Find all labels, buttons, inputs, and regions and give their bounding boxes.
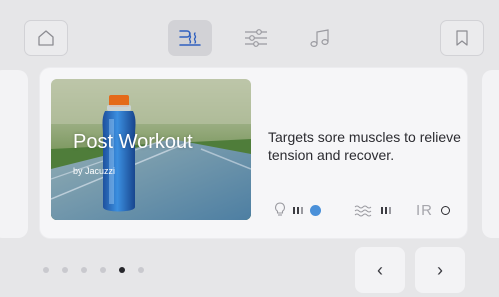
program-features: IR <box>274 201 464 219</box>
tab-jets[interactable] <box>168 20 212 56</box>
page-dot[interactable] <box>81 267 87 273</box>
chevron-right-icon: › <box>437 259 443 280</box>
previous-button[interactable]: ‹ <box>355 247 405 293</box>
previous-card-peek[interactable] <box>0 70 28 238</box>
bars-icon <box>381 207 391 214</box>
chevron-left-icon: ‹ <box>377 259 383 280</box>
program-description: Targets sore muscles to relieve tension … <box>268 129 461 163</box>
home-button[interactable] <box>24 20 68 56</box>
page-dot[interactable] <box>138 267 144 273</box>
program-image: Post Workout by Jacuzzi <box>51 79 251 220</box>
page-dot[interactable] <box>62 267 68 273</box>
settings-sliders-icon <box>245 29 267 47</box>
feature-infrared: IR <box>416 201 450 219</box>
feature-light <box>274 201 321 219</box>
program-card[interactable]: Post Workout by Jacuzzi Targets sore mus… <box>40 68 467 238</box>
pagination-dots <box>43 267 144 273</box>
top-bar <box>0 0 499 68</box>
jets-wave-icon <box>354 205 372 217</box>
program-brand: by Jacuzzi <box>73 166 116 176</box>
next-card-peek[interactable] <box>482 70 499 238</box>
page-dot-active[interactable] <box>119 267 125 273</box>
page-dot[interactable] <box>43 267 49 273</box>
feature-jets <box>354 201 392 219</box>
music-icon <box>310 29 329 48</box>
next-button[interactable]: › <box>415 247 465 293</box>
home-icon <box>38 30 54 46</box>
ir-off-indicator <box>441 205 450 215</box>
bookmark-button[interactable] <box>440 20 484 56</box>
tab-music[interactable] <box>298 20 342 56</box>
bars-icon <box>293 207 303 214</box>
bookmark-icon <box>456 30 468 46</box>
light-bulb-icon <box>275 202 285 216</box>
jets-icon <box>179 30 201 46</box>
tab-settings[interactable] <box>234 20 278 56</box>
page-dot[interactable] <box>100 267 106 273</box>
program-title: Post Workout <box>73 131 193 153</box>
light-on-indicator <box>310 204 321 216</box>
ir-label: IR <box>416 201 433 219</box>
